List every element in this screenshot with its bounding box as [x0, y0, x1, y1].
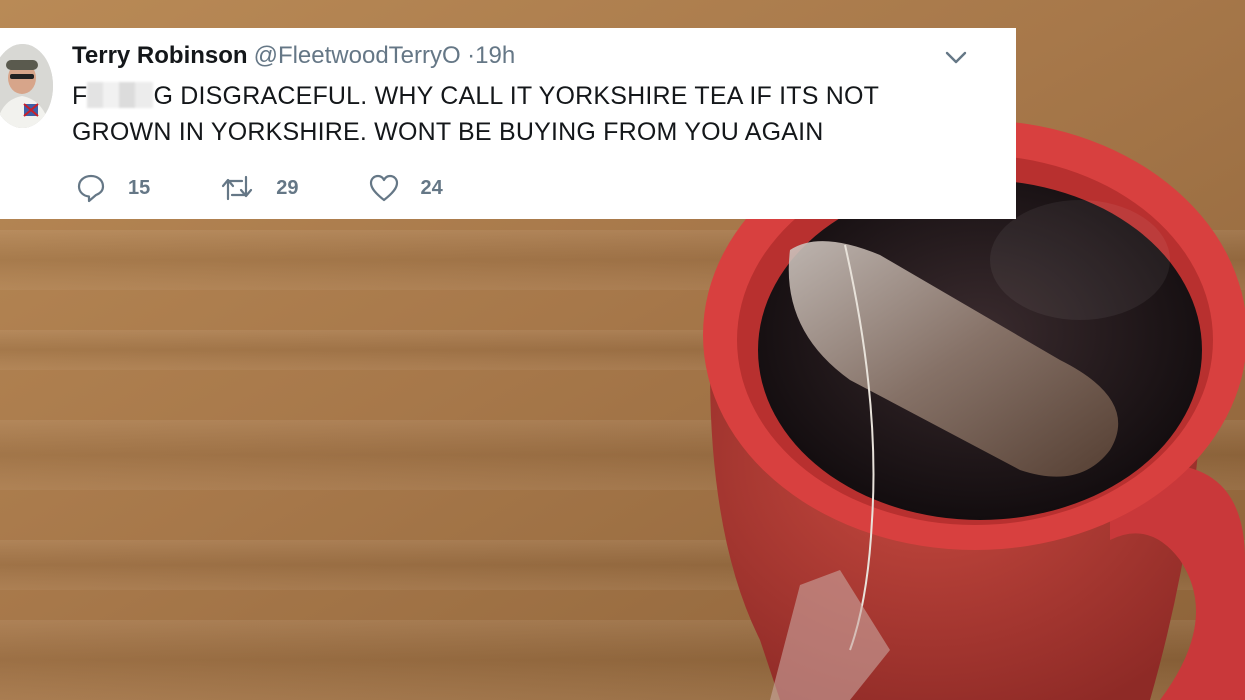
heart-icon: [369, 174, 398, 202]
tweet-actions: 15 29 24: [76, 171, 513, 205]
reply-count: 15: [128, 176, 151, 199]
time-separator: ·: [467, 42, 476, 69]
censor-blur: [87, 82, 154, 108]
chevron-down-icon[interactable]: [944, 50, 968, 66]
tweet-text-body: G DISGRACEFUL. WHY CALL IT YORKSHIRE TEA…: [72, 82, 879, 146]
retweet-count: 29: [276, 176, 299, 199]
tweet-card: Terry Robinson @FleetwoodTerryO ·19h FG D…: [0, 28, 1016, 219]
avatar[interactable]: [0, 44, 53, 128]
tweet-time[interactable]: 19h: [475, 42, 515, 69]
display-name[interactable]: Terry Robinson: [72, 42, 248, 69]
like-button[interactable]: 24: [369, 174, 443, 202]
reply-button[interactable]: 15: [76, 173, 150, 203]
retweet-button[interactable]: 29: [220, 173, 299, 203]
tweet-text: FG DISGRACEFUL. WHY CALL IT YORKSHIRE TE…: [72, 78, 972, 150]
tweet-header: Terry Robinson @FleetwoodTerryO ·19h: [72, 42, 515, 70]
tweet-text-prefix: F: [72, 82, 88, 110]
retweet-icon: [222, 175, 253, 201]
user-handle[interactable]: @FleetwoodTerryO: [254, 42, 461, 69]
reply-icon: [77, 174, 105, 203]
like-count: 24: [420, 176, 443, 199]
